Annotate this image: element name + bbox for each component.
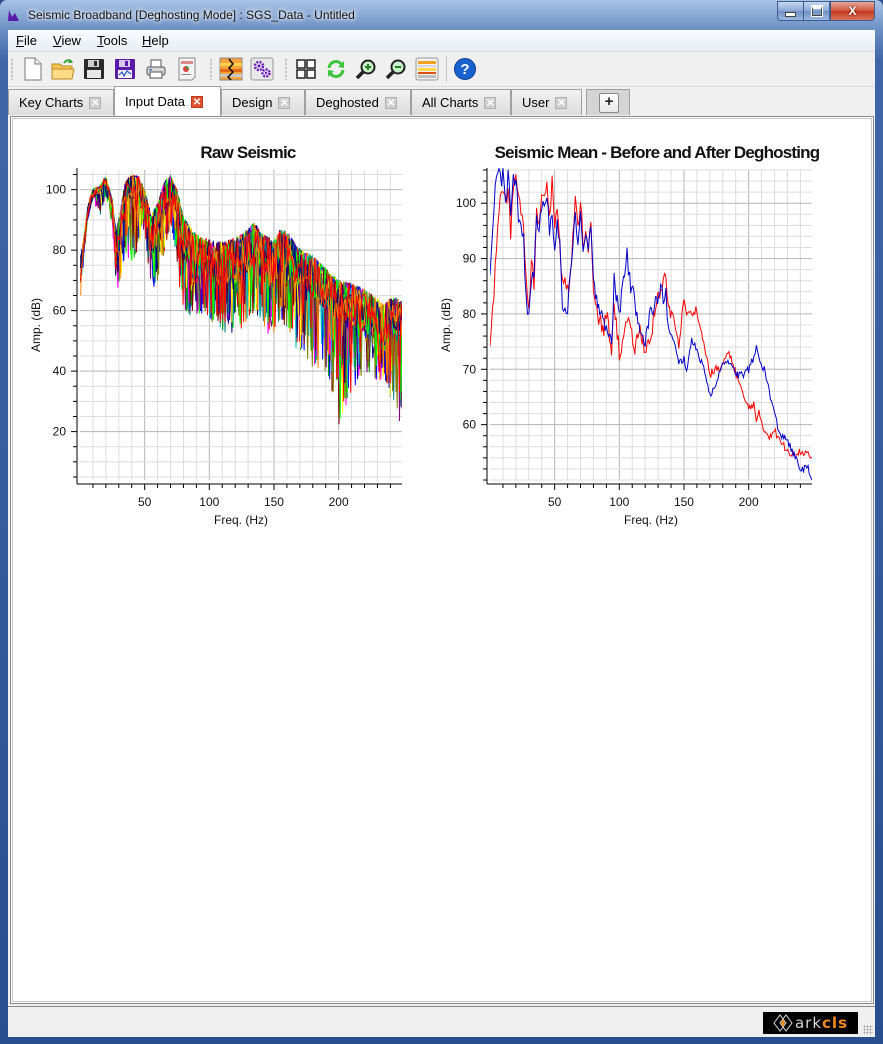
x-tick-label: 50 bbox=[548, 495, 562, 509]
raw-seismic-chart: Raw Seismic Freq. (Hz) Amp. (dB) 50 100 15… bbox=[29, 143, 402, 527]
x-tick-label: 200 bbox=[739, 495, 759, 509]
x-tick-label: 150 bbox=[674, 495, 694, 509]
x-axis-label: Freq. (Hz) bbox=[624, 513, 678, 527]
y-tick-label: 40 bbox=[53, 364, 67, 378]
y-tick-label: 100 bbox=[456, 196, 476, 210]
chart-title: Seismic Mean - Before and After Deghosti… bbox=[495, 143, 820, 162]
y-tick-label: 80 bbox=[463, 307, 477, 321]
y-axis-label: Amp. (dB) bbox=[29, 298, 43, 352]
y-tick-label: 20 bbox=[53, 425, 67, 439]
grid bbox=[490, 169, 812, 481]
plot-area bbox=[80, 174, 402, 425]
x-axis-label: Freq. (Hz) bbox=[214, 513, 268, 527]
y-axis-label: Amp. (dB) bbox=[439, 298, 453, 352]
after-deghosting-line bbox=[490, 168, 812, 481]
close-tab-icon[interactable]: ✕ bbox=[191, 95, 203, 108]
x-tick-label: 100 bbox=[609, 495, 629, 509]
tab-label: Input Data bbox=[125, 94, 185, 109]
y-tick-label: 60 bbox=[53, 304, 67, 318]
charts-layer: Raw Seismic Freq. (Hz) Amp. (dB) 50 100 15… bbox=[29, 143, 821, 527]
seismic-mean-chart: Seismic Mean - Before and After Deghosti… bbox=[439, 143, 821, 527]
x-tick-label: 50 bbox=[138, 495, 152, 509]
y-tick-label: 60 bbox=[463, 418, 477, 432]
before-deghosting-line bbox=[490, 174, 812, 459]
y-tick-label: 100 bbox=[46, 183, 66, 197]
y-tick-label: 70 bbox=[463, 362, 477, 376]
x-tick-label: 200 bbox=[329, 495, 349, 509]
x-tick-label: 150 bbox=[264, 495, 284, 509]
chart-title: Raw Seismic bbox=[200, 143, 295, 162]
tab-input-data[interactable]: Input Data ✕ bbox=[114, 86, 221, 116]
x-tick-label: 100 bbox=[199, 495, 219, 509]
plot-area bbox=[490, 168, 812, 481]
y-tick-label: 90 bbox=[463, 252, 477, 266]
y-tick-label: 80 bbox=[53, 243, 67, 257]
